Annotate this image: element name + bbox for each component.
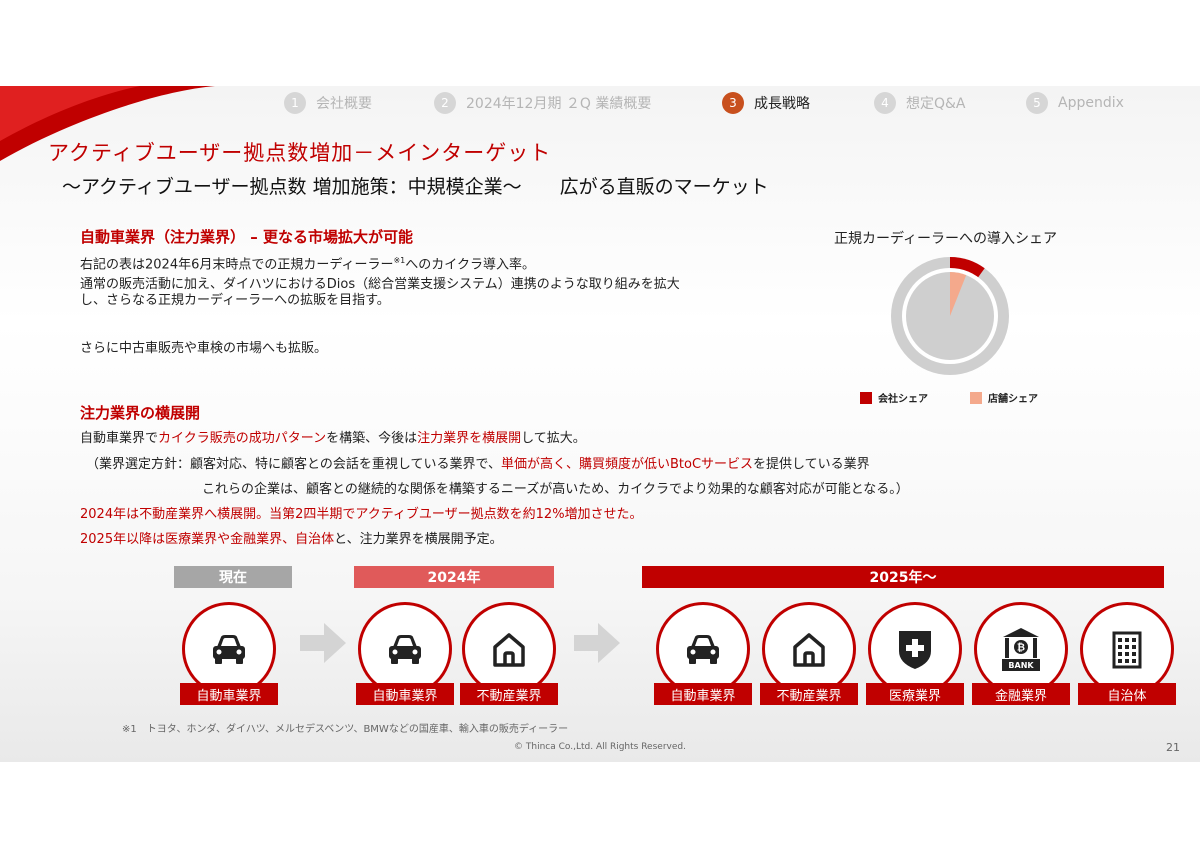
text-span: へのカイクラ導入率。 bbox=[405, 257, 535, 273]
page-number: 21 bbox=[1166, 741, 1180, 754]
industry-label: 自動車業界 bbox=[180, 683, 278, 705]
house-icon bbox=[793, 633, 825, 667]
share-donut-chart bbox=[891, 257, 1009, 375]
text-line: 右記の表は2024年6月末時点での正規カーディーラー※1へのカイクラ導入率。 bbox=[80, 252, 535, 274]
industry-label: 金融業界 bbox=[972, 683, 1070, 705]
industry-label: 医療業界 bbox=[866, 683, 964, 705]
industry-circle bbox=[182, 602, 276, 696]
industry-circle: ₿ BANK bbox=[974, 602, 1068, 696]
highlight-text: 単価が高く、購買頻度が低いBtoCサービス bbox=[500, 457, 754, 472]
nav-item-appendix[interactable]: 5 Appendix bbox=[1026, 92, 1124, 114]
slide: 1 会社概要 2 2024年12月期 ２Q 業績概要 3 成長戦略 4 想定Q&… bbox=[0, 86, 1200, 762]
nav-item-business-overview[interactable]: 2 2024年12月期 ２Q 業績概要 bbox=[434, 92, 651, 114]
text-span: 自動車業界で bbox=[80, 431, 159, 446]
nav-label: Appendix bbox=[1058, 95, 1124, 111]
footnote-marker: ※1 bbox=[393, 256, 406, 265]
highlight-text: 2025年以降は医療業界や金融業界、自治体 bbox=[80, 532, 335, 547]
arrow-right-icon bbox=[574, 623, 620, 663]
text-line-highlight: 2024年は不動産業界へ横展開。当第2四半期でアクティブユーザー拠点数を約12%… bbox=[80, 507, 643, 522]
nav-number: 1 bbox=[284, 92, 306, 114]
timeline-bar-2025: 2025年～ bbox=[642, 566, 1164, 588]
section-navigation: 1 会社概要 2 2024年12月期 ２Q 業績概要 3 成長戦略 4 想定Q&… bbox=[0, 92, 1200, 114]
industry-label: 不動産業界 bbox=[460, 683, 558, 705]
text-span: して拡大。 bbox=[521, 431, 586, 446]
bank-label: BANK bbox=[1008, 661, 1034, 670]
highlight-text: カイクラ販売の成功パターン bbox=[158, 431, 327, 446]
slide-subtitle: ～アクティブユーザー拠点数 増加施策：中規模企業～ 広がる直販のマーケット bbox=[62, 176, 769, 198]
nav-number: 4 bbox=[874, 92, 896, 114]
industry-label: 自治体 bbox=[1078, 683, 1176, 705]
industry-circle bbox=[656, 602, 750, 696]
legend-item-company: 会社シェア bbox=[860, 390, 928, 405]
nav-item-company-overview[interactable]: 1 会社概要 bbox=[284, 92, 372, 114]
legend-swatch bbox=[860, 391, 872, 404]
text-line: さらに中古車販売や車検の市場へも拡販。 bbox=[80, 341, 328, 356]
highlight-text: 注力業界を横展開 bbox=[417, 431, 522, 446]
nav-item-growth-strategy[interactable]: 3 成長戦略 bbox=[722, 92, 810, 114]
legend-swatch bbox=[970, 391, 982, 404]
nav-number: 3 bbox=[722, 92, 744, 114]
text-line: これらの企業は、顧客との継続的な関係を構築するニーズが高いため、カイクラでより効… bbox=[202, 482, 909, 497]
text-line: （業界選定方針：顧客対応、特に顧客との会話を重視している業界で、単価が高く、購買… bbox=[86, 456, 870, 474]
nav-label: 2024年12月期 ２Q 業績概要 bbox=[466, 96, 652, 112]
text-span: （業界選定方針：顧客対応、特に顧客との会話を重視している業界で、 bbox=[86, 457, 501, 472]
section-heading-automotive: 自動車業界（注力業界） – 更なる市場拡大が可能 bbox=[80, 228, 413, 246]
svg-text:₿: ₿ bbox=[1017, 642, 1025, 654]
car-icon bbox=[687, 635, 719, 664]
text-line: 自動車業界でカイクラ販売の成功パターンを構築、今後は注力業界を横展開して拡大。 bbox=[80, 430, 586, 448]
timeline-bar-current: 現在 bbox=[174, 566, 292, 588]
house-icon bbox=[493, 633, 525, 667]
text-span: を提供している業界 bbox=[753, 457, 870, 472]
footnote: ※1 トヨタ、ホンダ、ダイハツ、メルセデスベンツ、BMWなどの国産車、輸入車の販… bbox=[122, 724, 569, 735]
text-span: 右記の表は2024年6月末時点での正規カーディーラー bbox=[80, 257, 394, 273]
copyright: © Thinca Co.,Ltd. All Rights Reserved. bbox=[514, 742, 686, 752]
timeline-bar-2024: 2024年 bbox=[354, 566, 554, 588]
industry-label: 自動車業界 bbox=[654, 683, 752, 705]
legend-label: 会社シェア bbox=[878, 394, 928, 405]
section-heading-expansion: 注力業界の横展開 bbox=[80, 404, 201, 422]
nav-item-qa[interactable]: 4 想定Q&A bbox=[874, 92, 966, 114]
industry-circle bbox=[868, 602, 962, 696]
chart-title: 正規カーディーラーへの導入シェア bbox=[834, 231, 1058, 247]
medical-cross-icon bbox=[899, 631, 931, 669]
industry-label: 不動産業界 bbox=[760, 683, 858, 705]
nav-label: 会社概要 bbox=[316, 96, 372, 112]
legend-label: 店舗シェア bbox=[988, 394, 1038, 405]
industry-circle bbox=[1080, 602, 1174, 696]
nav-number: 5 bbox=[1026, 92, 1048, 114]
building-icon bbox=[1112, 631, 1142, 669]
nav-label: 成長戦略 bbox=[754, 96, 810, 112]
nav-number: 2 bbox=[434, 92, 456, 114]
text-line: し、さらなる正規カーディーラーへの拡販を目指す。 bbox=[80, 293, 390, 308]
car-icon bbox=[213, 635, 245, 664]
text-span: を構築、今後は bbox=[326, 431, 418, 446]
industry-circle bbox=[358, 602, 452, 696]
legend-item-store: 店舗シェア bbox=[970, 390, 1038, 405]
nav-label: 想定Q&A bbox=[906, 96, 966, 112]
industry-label: 自動車業界 bbox=[356, 683, 454, 705]
industry-circle bbox=[462, 602, 556, 696]
slide-title: アクティブユーザー拠点数増加－メインターゲット bbox=[48, 141, 552, 165]
text-span: と、注力業界を横展開予定。 bbox=[334, 532, 503, 547]
arrow-right-icon bbox=[300, 623, 346, 663]
bank-icon: ₿ BANK bbox=[1002, 628, 1040, 671]
industry-circle bbox=[762, 602, 856, 696]
car-icon bbox=[389, 635, 421, 664]
text-line: 2025年以降は医療業界や金融業界、自治体と、注力業界を横展開予定。 bbox=[80, 531, 503, 549]
